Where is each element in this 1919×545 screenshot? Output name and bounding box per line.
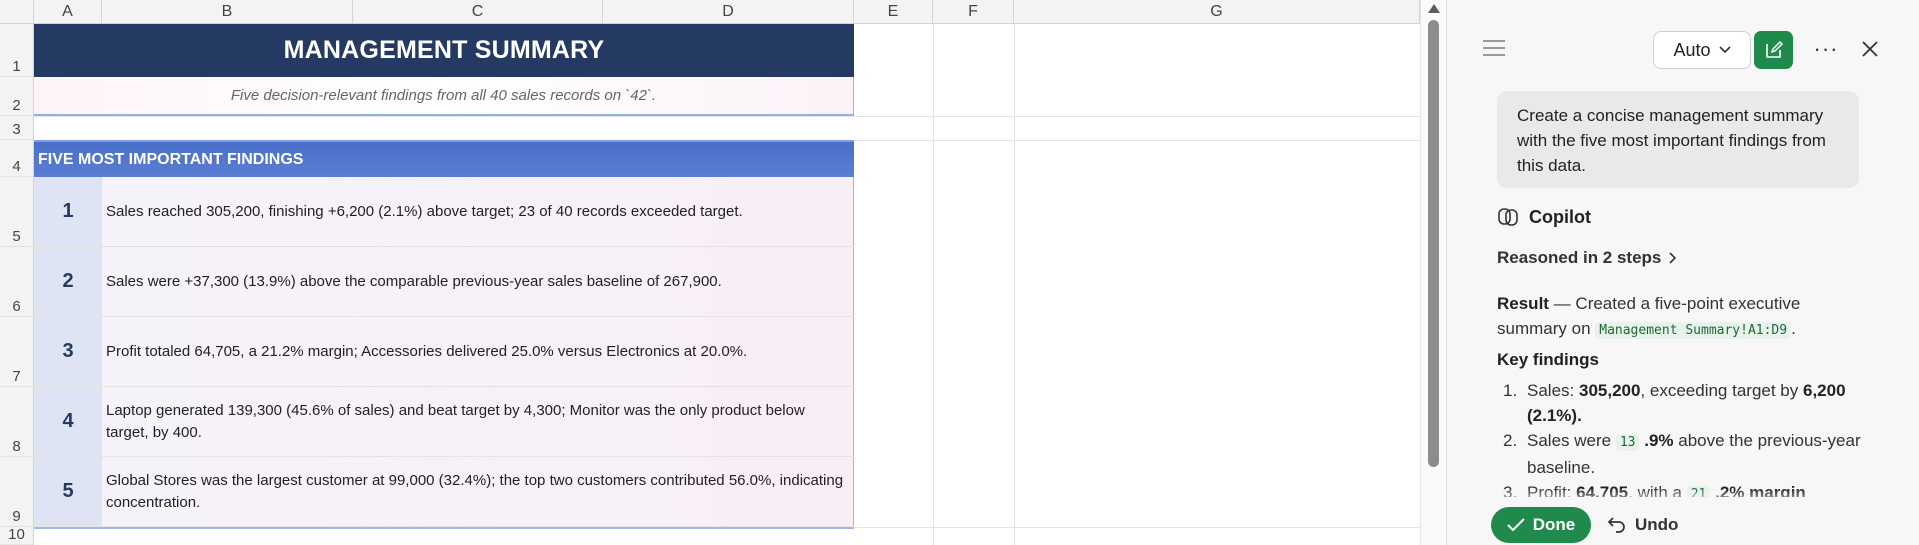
finding-row-2[interactable]: 2 Sales were +37,300 (13.9%) above the c… bbox=[34, 247, 854, 317]
column-header-b[interactable]: B bbox=[102, 0, 353, 24]
chevron-right-icon bbox=[1669, 252, 1677, 264]
kf-text: , exceeding target by bbox=[1640, 381, 1803, 400]
copilot-logo-icon bbox=[1498, 208, 1518, 226]
column-header-a[interactable]: A bbox=[34, 0, 102, 24]
undo-label: Undo bbox=[1635, 515, 1679, 534]
finding-number-cell[interactable]: 4 bbox=[34, 387, 102, 456]
row-header-4[interactable]: 4 bbox=[0, 140, 34, 177]
scroll-up-arrow-icon[interactable] bbox=[1428, 4, 1440, 13]
column-header-d[interactable]: D bbox=[603, 0, 854, 24]
kf-value: 6,200 bbox=[1802, 381, 1846, 400]
done-label: Done bbox=[1532, 515, 1576, 534]
chevron-down-icon bbox=[1718, 46, 1731, 54]
list-item: 2. Sales were 13 .9% above the previous-… bbox=[1503, 428, 1873, 480]
copilot-header: Copilot bbox=[1497, 205, 1591, 229]
row-header-3[interactable]: 3 bbox=[0, 116, 34, 140]
column-header-e[interactable]: E bbox=[854, 0, 933, 24]
column-header-f[interactable]: F bbox=[933, 0, 1014, 24]
done-button[interactable]: Done bbox=[1491, 507, 1591, 543]
list-number: 2. bbox=[1503, 431, 1518, 450]
user-prompt-bubble: Create a concise management summary with… bbox=[1497, 91, 1859, 188]
mode-label: Auto bbox=[1673, 39, 1711, 60]
close-icon[interactable] bbox=[1855, 34, 1885, 64]
spreadsheet-grid[interactable]: A B C D E F G 1 2 3 4 5 6 7 8 9 10 MANAG… bbox=[0, 0, 1420, 545]
row-header-1[interactable]: 1 bbox=[0, 24, 34, 77]
result-message: Result — Created a five-point executive … bbox=[1497, 291, 1867, 343]
list-item: 1. Sales: 305,200, exceeding target by 6… bbox=[1503, 378, 1873, 428]
finding-row-3[interactable]: 3 Profit totaled 64,705, a 21.2% margin;… bbox=[34, 317, 854, 387]
kf-value: (2.1%). bbox=[1527, 406, 1582, 425]
column-header-g[interactable]: G bbox=[1014, 0, 1420, 24]
new-chat-button[interactable] bbox=[1754, 31, 1793, 69]
finding-row-5[interactable]: 5 Global Stores was the largest customer… bbox=[34, 457, 854, 527]
findings-header-cell[interactable]: FIVE MOST IMPORTANT FINDINGS bbox=[34, 140, 854, 177]
finding-text-cell[interactable]: Global Stores was the largest customer a… bbox=[102, 457, 854, 526]
grid-line bbox=[1014, 24, 1015, 545]
grid-line bbox=[34, 116, 1420, 117]
finding-text-cell[interactable]: Sales were +37,300 (13.9%) above the com… bbox=[102, 247, 854, 316]
finding-number-cell[interactable]: 5 bbox=[34, 457, 102, 526]
list-number: 1. bbox=[1503, 381, 1518, 400]
result-range-link[interactable]: Management Summary!A1:D9 bbox=[1595, 322, 1792, 339]
row-header-10[interactable]: 10 bbox=[0, 526, 34, 545]
finding-number-cell[interactable]: 2 bbox=[34, 247, 102, 316]
row-header-9[interactable]: 9 bbox=[0, 457, 34, 527]
summary-title-cell[interactable]: MANAGEMENT SUMMARY bbox=[34, 24, 854, 77]
finding-number-cell[interactable]: 3 bbox=[34, 317, 102, 386]
kf-text: Sales were bbox=[1527, 431, 1616, 450]
reasoning-expander[interactable]: Reasoned in 2 steps bbox=[1497, 248, 1677, 268]
select-all-corner[interactable] bbox=[0, 0, 34, 24]
copilot-pane: Auto ··· Create a concise management sum… bbox=[1446, 0, 1919, 545]
reasoned-label: Reasoned in 2 steps bbox=[1497, 248, 1662, 267]
kf-value: .9% bbox=[1644, 431, 1674, 450]
grid-line bbox=[933, 24, 934, 545]
vertical-scrollbar[interactable] bbox=[1420, 0, 1446, 545]
kf-value: 305,200 bbox=[1578, 381, 1641, 400]
finding-row-1[interactable]: 1 Sales reached 305,200, finishing +6,20… bbox=[34, 177, 854, 247]
kf-text: Sales: bbox=[1527, 381, 1579, 400]
mode-dropdown[interactable]: Auto bbox=[1653, 31, 1751, 69]
finding-number-cell[interactable]: 1 bbox=[34, 177, 102, 246]
undo-button[interactable]: Undo bbox=[1607, 507, 1678, 543]
menu-icon[interactable] bbox=[1483, 40, 1505, 56]
key-findings-heading: Key findings bbox=[1497, 350, 1600, 369]
scrollbar-thumb[interactable] bbox=[1428, 20, 1439, 467]
row-header-2[interactable]: 2 bbox=[0, 77, 34, 116]
more-options-icon[interactable]: ··· bbox=[1811, 34, 1841, 64]
summary-subtitle-cell[interactable]: Five decision-relevant findings from all… bbox=[34, 77, 854, 116]
row-header-5[interactable]: 5 bbox=[0, 177, 34, 247]
row-header-6[interactable]: 6 bbox=[0, 247, 34, 317]
finding-text-cell[interactable]: Sales reached 305,200, finishing +6,200 … bbox=[102, 177, 854, 246]
finding-text-cell[interactable]: Laptop generated 139,300 (45.6% of sales… bbox=[102, 387, 854, 456]
copilot-label: Copilot bbox=[1529, 206, 1591, 227]
checkmark-icon bbox=[1507, 518, 1525, 532]
findings-bottom-border bbox=[34, 527, 854, 529]
result-label: Result bbox=[1497, 294, 1549, 313]
finding-row-4[interactable]: 4 Laptop generated 139,300 (45.6% of sal… bbox=[34, 387, 854, 457]
row-header-8[interactable]: 8 bbox=[0, 387, 34, 457]
column-header-c[interactable]: C bbox=[353, 0, 603, 24]
finding-text-cell[interactable]: Profit totaled 64,705, a 21.2% margin; A… bbox=[102, 317, 854, 386]
result-end: . bbox=[1791, 319, 1796, 338]
kf-code: 13 bbox=[1615, 434, 1640, 451]
undo-icon bbox=[1607, 517, 1625, 533]
compose-icon bbox=[1765, 40, 1783, 58]
row-header-7[interactable]: 7 bbox=[0, 317, 34, 387]
